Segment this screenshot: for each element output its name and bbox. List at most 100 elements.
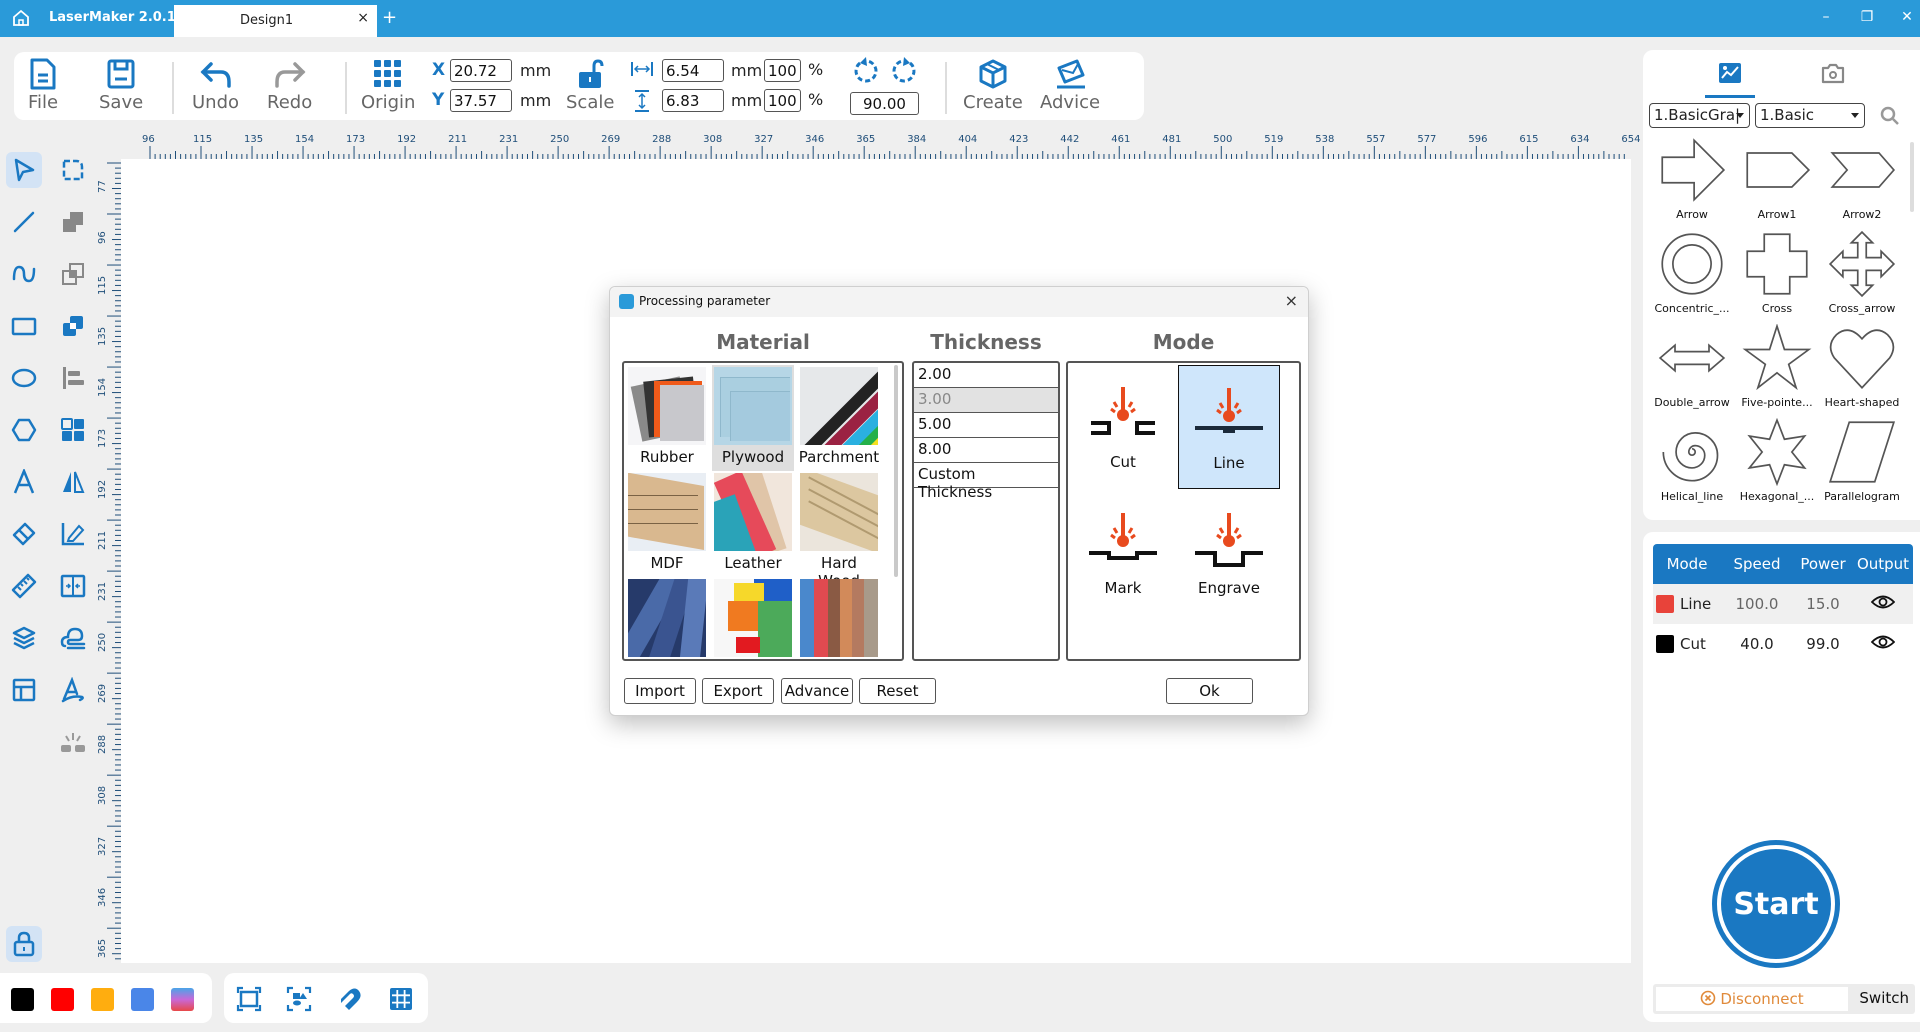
fit-tool[interactable] bbox=[55, 568, 91, 604]
layout-tool[interactable] bbox=[6, 672, 42, 708]
thickness-option[interactable]: 2.00 bbox=[914, 363, 1058, 388]
dialog-titlebar[interactable]: Processing parameter × bbox=[610, 287, 1308, 317]
tab-design1[interactable]: Design1 × bbox=[174, 5, 377, 37]
frame-icon[interactable] bbox=[236, 986, 262, 1012]
layer-row-cut[interactable]: Cut 40.0 99.0 bbox=[1653, 624, 1913, 664]
shape-item-parallelogram[interactable]: Parallelogram bbox=[1819, 418, 1905, 510]
layer-row-line[interactable]: Line 100.0 15.0 bbox=[1653, 584, 1913, 624]
color-swatch-red[interactable] bbox=[51, 988, 74, 1011]
intersect-tool[interactable] bbox=[55, 308, 91, 344]
close-dialog-icon[interactable]: × bbox=[1285, 291, 1298, 310]
x-position-input[interactable] bbox=[450, 59, 512, 82]
tab-camera[interactable] bbox=[1808, 58, 1858, 94]
disconnect-button[interactable]: Disconnect bbox=[1656, 987, 1848, 1011]
shape-list-scrollbar[interactable] bbox=[1910, 142, 1914, 212]
thickness-option[interactable]: 3.00 bbox=[914, 388, 1058, 413]
minimize-button[interactable]: – bbox=[1816, 9, 1836, 29]
layers-tool[interactable] bbox=[6, 620, 42, 656]
import-button[interactable]: Import bbox=[624, 678, 696, 704]
eye-icon[interactable] bbox=[1870, 634, 1896, 650]
shape-item-cross[interactable]: Cross bbox=[1734, 230, 1820, 322]
thickness-option[interactable]: 8.00 bbox=[914, 438, 1058, 463]
advice-button[interactable]: Advice bbox=[1040, 58, 1100, 113]
color-swatch-more[interactable] bbox=[171, 988, 194, 1011]
advance-button[interactable]: Advance bbox=[781, 678, 853, 704]
laser-tool[interactable] bbox=[55, 724, 91, 760]
node-edit-tool[interactable] bbox=[55, 152, 91, 188]
shape-item-arrow[interactable]: Arrow bbox=[1649, 136, 1735, 228]
shape-item-heart-shaped[interactable]: Heart-shaped bbox=[1819, 324, 1905, 416]
color-swatch-blue[interactable] bbox=[131, 988, 154, 1011]
material-item[interactable] bbox=[798, 577, 880, 659]
new-tab-button[interactable]: + bbox=[382, 7, 397, 28]
material-item-plywood[interactable]: Plywood bbox=[712, 365, 794, 471]
ok-button[interactable]: Ok bbox=[1166, 678, 1253, 704]
select-tool[interactable] bbox=[6, 152, 42, 188]
material-item-parchment[interactable]: Parchment bbox=[798, 365, 880, 471]
start-button[interactable]: Start bbox=[1712, 840, 1840, 968]
switch-button[interactable]: Switch bbox=[1859, 989, 1909, 1007]
height-input[interactable] bbox=[662, 89, 724, 112]
mode-mark[interactable]: Mark bbox=[1072, 491, 1174, 615]
export-button[interactable]: Export bbox=[702, 678, 774, 704]
text-tool[interactable] bbox=[6, 464, 42, 500]
polygon-tool[interactable] bbox=[6, 412, 42, 448]
restore-button[interactable]: ❐ bbox=[1857, 9, 1877, 29]
layer-color-swatch[interactable] bbox=[1656, 635, 1674, 653]
height-percent-input[interactable] bbox=[764, 89, 801, 112]
curve-tool[interactable] bbox=[6, 256, 42, 292]
cloud-tool[interactable] bbox=[55, 620, 91, 656]
origin-button[interactable]: Origin bbox=[361, 58, 415, 113]
grid-icon[interactable] bbox=[388, 986, 414, 1012]
tab-gallery[interactable] bbox=[1705, 58, 1755, 98]
array-tool[interactable] bbox=[55, 412, 91, 448]
pen-edit-tool[interactable] bbox=[55, 516, 91, 552]
width-input[interactable] bbox=[662, 59, 724, 82]
rotate-left-icon[interactable] bbox=[852, 57, 880, 85]
mode-engrave[interactable]: Engrave bbox=[1178, 491, 1280, 615]
scale-lock-button[interactable]: Scale bbox=[566, 58, 614, 113]
home-icon[interactable] bbox=[12, 9, 30, 27]
color-swatch-black[interactable] bbox=[11, 988, 34, 1011]
shape-item-helical-line[interactable]: Helical_line bbox=[1649, 418, 1735, 510]
file-button[interactable]: File bbox=[28, 58, 58, 113]
shape-item-concentric[interactable]: Concentric_... bbox=[1649, 230, 1735, 322]
measure-tool[interactable] bbox=[6, 568, 42, 604]
y-position-input[interactable] bbox=[450, 89, 512, 112]
close-tab-icon[interactable]: × bbox=[357, 10, 369, 26]
shape-item-hexagonal[interactable]: Hexagonal_... bbox=[1734, 418, 1820, 510]
shape-item-five-pointe[interactable]: Five-pointe... bbox=[1734, 324, 1820, 416]
shape-item-double-arrow[interactable]: Double_arrow bbox=[1649, 324, 1735, 416]
close-window-button[interactable]: ✕ bbox=[1897, 9, 1917, 29]
shape-item-arrow2[interactable]: Arrow2 bbox=[1819, 136, 1905, 228]
shape-item-arrow1[interactable]: Arrow1 bbox=[1734, 136, 1820, 228]
magnet-icon[interactable] bbox=[336, 986, 362, 1012]
material-scrollbar[interactable] bbox=[894, 365, 898, 577]
eye-icon[interactable] bbox=[1870, 594, 1896, 610]
rotation-input[interactable] bbox=[850, 92, 919, 115]
material-item-leather[interactable]: Leather bbox=[712, 471, 794, 577]
rectangle-tool[interactable] bbox=[6, 308, 42, 344]
subtract-tool[interactable] bbox=[55, 256, 91, 292]
subcategory-dropdown[interactable]: 1.Basic bbox=[1755, 103, 1865, 128]
lock-tool[interactable] bbox=[6, 926, 42, 962]
save-button[interactable]: Save bbox=[99, 58, 143, 113]
create-button[interactable]: Create bbox=[963, 58, 1023, 113]
select-region-icon[interactable] bbox=[286, 986, 312, 1012]
mode-cut[interactable]: Cut bbox=[1072, 365, 1174, 489]
search-icon[interactable] bbox=[1880, 106, 1900, 126]
signature-tool[interactable] bbox=[55, 672, 91, 708]
union-tool[interactable] bbox=[55, 204, 91, 240]
redo-button[interactable]: Redo bbox=[267, 58, 312, 113]
mirror-tool[interactable] bbox=[55, 464, 91, 500]
line-tool[interactable] bbox=[6, 204, 42, 240]
color-swatch-orange[interactable] bbox=[91, 988, 114, 1011]
material-item-mdf[interactable]: MDF bbox=[626, 471, 708, 577]
material-item[interactable] bbox=[626, 577, 708, 659]
thickness-option[interactable]: Custom Thickness bbox=[914, 463, 1058, 501]
reset-button[interactable]: Reset bbox=[859, 678, 936, 704]
align-tool[interactable] bbox=[55, 360, 91, 396]
eraser-tool[interactable] bbox=[6, 516, 42, 552]
ellipse-tool[interactable] bbox=[6, 360, 42, 396]
material-item[interactable] bbox=[712, 577, 794, 659]
